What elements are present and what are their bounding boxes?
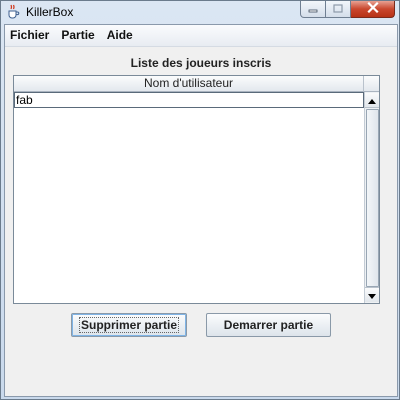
java-coffee-cup-icon <box>6 4 21 19</box>
app-window: KillerBox Fichier Partie Aide Liste des … <box>0 0 400 400</box>
window-controls <box>300 1 395 19</box>
minimize-icon <box>308 0 318 18</box>
players-table: Nom d'utilisateur fab <box>13 75 380 304</box>
close-button[interactable] <box>351 1 395 18</box>
window-title: KillerBox <box>26 5 74 19</box>
table-row[interactable]: fab <box>14 92 364 108</box>
close-icon <box>366 0 379 18</box>
scroll-down-button[interactable] <box>365 287 379 302</box>
delete-game-label: Supprimer partie <box>78 317 180 333</box>
maximize-button[interactable] <box>326 1 351 18</box>
start-game-label: Demarrer partie <box>223 318 314 332</box>
start-game-button[interactable]: Demarrer partie <box>206 313 331 337</box>
menu-fichier[interactable]: Fichier <box>5 25 55 46</box>
panel-title: Liste des joueurs inscris <box>130 56 272 70</box>
title-bar[interactable]: KillerBox <box>1 1 399 23</box>
vertical-scrollbar[interactable] <box>364 92 379 303</box>
table-rows: fab <box>14 92 364 108</box>
scroll-thumb[interactable] <box>366 109 379 287</box>
maximize-icon <box>333 0 343 18</box>
client-area: Fichier Partie Aide Liste des joueurs in… <box>4 24 398 397</box>
menu-aide[interactable]: Aide <box>101 25 139 46</box>
menu-partie[interactable]: Partie <box>55 25 100 46</box>
delete-game-button[interactable]: Supprimer partie <box>71 313 187 337</box>
table-corner <box>364 76 379 92</box>
scroll-up-button[interactable] <box>365 93 379 108</box>
column-header-username[interactable]: Nom d'utilisateur <box>14 76 364 92</box>
minimize-button[interactable] <box>300 1 326 18</box>
triangle-down-icon <box>368 286 376 304</box>
triangle-up-icon <box>368 91 376 109</box>
menu-bar: Fichier Partie Aide <box>5 25 397 47</box>
